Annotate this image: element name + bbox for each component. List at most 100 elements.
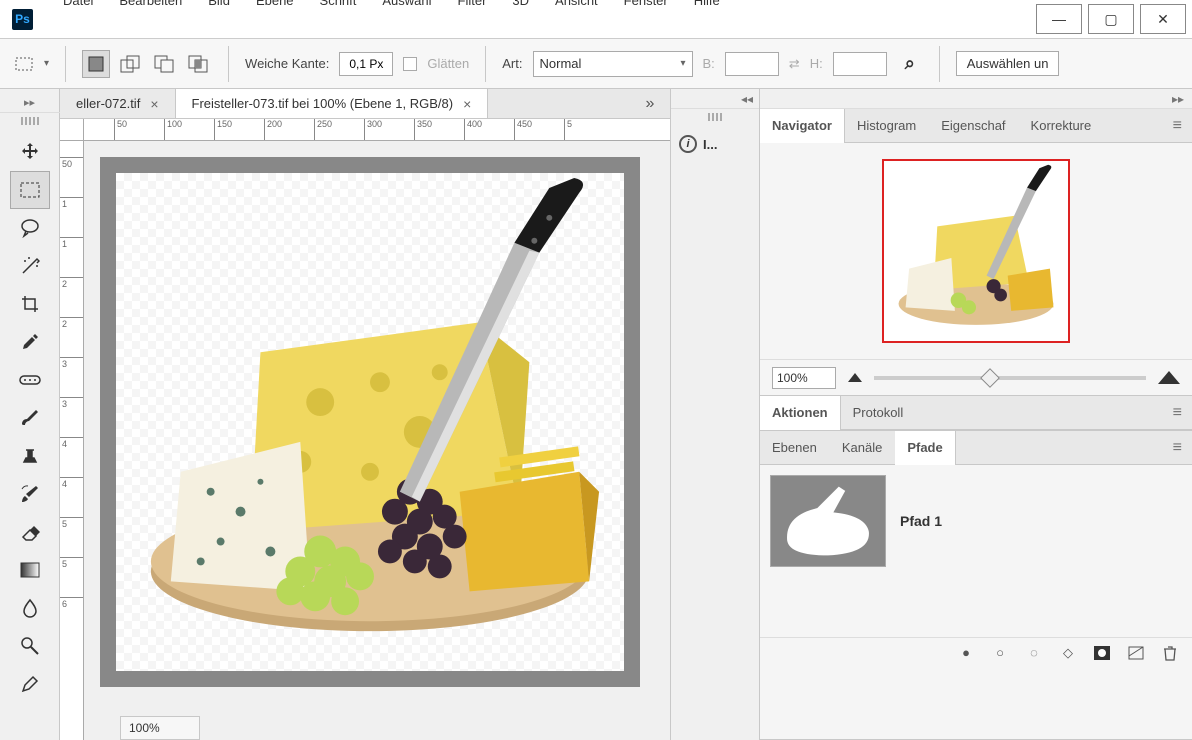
panels-column: ▸▸ Navigator Histogram Eigenschaf Korrek… xyxy=(760,89,1192,740)
menu-select[interactable]: Auswahl xyxy=(369,0,444,18)
style-label: Art: xyxy=(502,56,522,71)
options-bar: ▾ Weiche Kante: Glätten Art: Normal▾ B: … xyxy=(0,39,1192,89)
info-panel-collapsed[interactable]: i I... xyxy=(671,129,759,159)
ruler-horizontal[interactable]: 501001502002503003504004505 xyxy=(84,119,670,141)
new-path-icon[interactable] xyxy=(1128,645,1144,661)
path-name: Pfad 1 xyxy=(900,513,942,529)
magic-wand-tool[interactable] xyxy=(10,247,50,285)
tab-layers[interactable]: Ebenen xyxy=(760,431,830,465)
toolbox-expand-icon[interactable]: ▸▸ xyxy=(0,93,60,113)
pen-tool[interactable] xyxy=(10,665,50,703)
panel-menu-icon[interactable]: ≡ xyxy=(1163,439,1192,457)
close-icon[interactable]: × xyxy=(463,96,471,112)
chevron-down-icon[interactable]: ▾ xyxy=(44,58,49,69)
add-mask-icon[interactable] xyxy=(1094,645,1110,661)
antialias-label: Glätten xyxy=(427,56,469,71)
subtract-selection-icon[interactable] xyxy=(150,50,178,78)
menu-3d[interactable]: 3D xyxy=(499,0,542,18)
brush-tool[interactable] xyxy=(10,399,50,437)
healing-brush-tool[interactable] xyxy=(10,361,50,399)
tab-channels[interactable]: Kanäle xyxy=(830,431,895,465)
menu-image[interactable]: Bild xyxy=(195,0,243,18)
tab-actions[interactable]: Aktionen xyxy=(760,396,841,430)
menu-type[interactable]: Schrift xyxy=(307,0,370,18)
eraser-tool[interactable] xyxy=(10,513,50,551)
panel-menu-icon[interactable]: ≡ xyxy=(1163,117,1192,135)
close-icon[interactable]: × xyxy=(150,96,158,112)
menu-help[interactable]: Hilfe xyxy=(681,0,733,18)
document-tabs: eller-072.tif× Freisteller-073.tif bei 1… xyxy=(60,89,670,119)
trash-icon[interactable] xyxy=(1162,645,1178,661)
path-to-selection-icon[interactable]: ◌ xyxy=(1026,645,1042,661)
document-tab-1[interactable]: eller-072.tif× xyxy=(60,89,176,118)
move-tool[interactable] xyxy=(10,133,50,171)
tab-paths[interactable]: Pfade xyxy=(895,431,955,465)
navigator-zoom-slider[interactable] xyxy=(874,376,1146,380)
path-row[interactable]: Pfad 1 xyxy=(770,475,1182,567)
collapsed-panel-dock: ◂◂ i I... xyxy=(670,89,760,740)
navigator-panel: Navigator Histogram Eigenschaf Korrektur… xyxy=(760,109,1192,396)
zoom-out-icon[interactable] xyxy=(848,373,862,382)
tab-histogram[interactable]: Histogram xyxy=(845,109,929,143)
menu-view[interactable]: Ansicht xyxy=(542,0,611,18)
dock-collapse-icon[interactable]: ◂◂ xyxy=(671,89,759,109)
ruler-vertical[interactable]: 5011223344556 xyxy=(60,141,84,740)
swap-icon[interactable]: ⇄ xyxy=(789,56,800,72)
ruler-origin[interactable] xyxy=(60,119,84,141)
tab-navigator[interactable]: Navigator xyxy=(760,109,845,143)
search-icon[interactable]: ⌕ xyxy=(905,53,915,74)
new-selection-icon[interactable] xyxy=(82,50,110,78)
gradient-tool[interactable] xyxy=(10,551,50,589)
info-icon: i xyxy=(679,135,697,153)
antialias-checkbox[interactable] xyxy=(403,57,417,71)
width-label: B: xyxy=(703,56,715,71)
document-area: eller-072.tif× Freisteller-073.tif bei 1… xyxy=(60,89,670,740)
zoom-in-icon[interactable] xyxy=(1158,371,1180,384)
blur-tool[interactable] xyxy=(10,589,50,627)
eyedropper-tool[interactable] xyxy=(10,323,50,361)
window-controls: — ▢ ✕ xyxy=(1036,4,1192,34)
feather-input[interactable] xyxy=(339,52,393,76)
path-thumbnail xyxy=(770,475,886,567)
menu-window[interactable]: Fenster xyxy=(611,0,681,18)
add-selection-icon[interactable] xyxy=(116,50,144,78)
minimize-button[interactable]: — xyxy=(1036,4,1082,34)
tool-preset-icon[interactable] xyxy=(10,50,38,78)
style-select[interactable]: Normal▾ xyxy=(533,51,693,77)
select-mask-button[interactable]: Auswählen un xyxy=(956,51,1060,76)
lasso-tool[interactable] xyxy=(10,209,50,247)
tab-properties[interactable]: Eigenschaf xyxy=(929,109,1018,143)
history-brush-tool[interactable] xyxy=(10,475,50,513)
menu-filter[interactable]: Filter xyxy=(445,0,500,18)
maximize-button[interactable]: ▢ xyxy=(1088,4,1134,34)
tab-history[interactable]: Protokoll xyxy=(841,396,917,430)
height-label: H: xyxy=(810,56,823,71)
height-input xyxy=(833,52,887,76)
menu-edit[interactable]: Bearbeiten xyxy=(106,0,195,18)
document-tab-2[interactable]: Freisteller-073.tif bei 100% (Ebene 1, R… xyxy=(176,89,489,118)
feather-label: Weiche Kante: xyxy=(245,56,329,71)
layers-panel: Ebenen Kanäle Pfade ≡ Pfad 1 ● xyxy=(760,431,1192,740)
panel-menu-icon[interactable]: ≡ xyxy=(1163,404,1192,422)
width-input xyxy=(725,52,779,76)
actions-panel: Aktionen Protokoll ≡ xyxy=(760,396,1192,431)
close-button[interactable]: ✕ xyxy=(1140,4,1186,34)
menu-layer[interactable]: Ebene xyxy=(243,0,307,18)
fill-path-icon[interactable]: ● xyxy=(958,645,974,661)
zoom-readout[interactable]: 100% xyxy=(120,716,200,740)
navigator-zoom-input[interactable]: 100% xyxy=(772,367,836,389)
dodge-tool[interactable] xyxy=(10,627,50,665)
tabs-overflow-icon[interactable]: » xyxy=(636,89,664,118)
selection-to-path-icon[interactable]: ◇ xyxy=(1060,645,1076,661)
paths-footer: ● ○ ◌ ◇ xyxy=(760,637,1192,667)
navigator-thumbnail[interactable] xyxy=(882,159,1070,343)
intersect-selection-icon[interactable] xyxy=(184,50,212,78)
tab-adjustments[interactable]: Korrekture xyxy=(1019,109,1105,143)
canvas[interactable] xyxy=(116,173,624,671)
stroke-path-icon[interactable]: ○ xyxy=(992,645,1008,661)
clone-stamp-tool[interactable] xyxy=(10,437,50,475)
crop-tool[interactable] xyxy=(10,285,50,323)
panels-collapse-icon[interactable]: ▸▸ xyxy=(760,89,1192,109)
menu-file[interactable]: Datei xyxy=(50,0,106,18)
marquee-tool[interactable] xyxy=(10,171,50,209)
